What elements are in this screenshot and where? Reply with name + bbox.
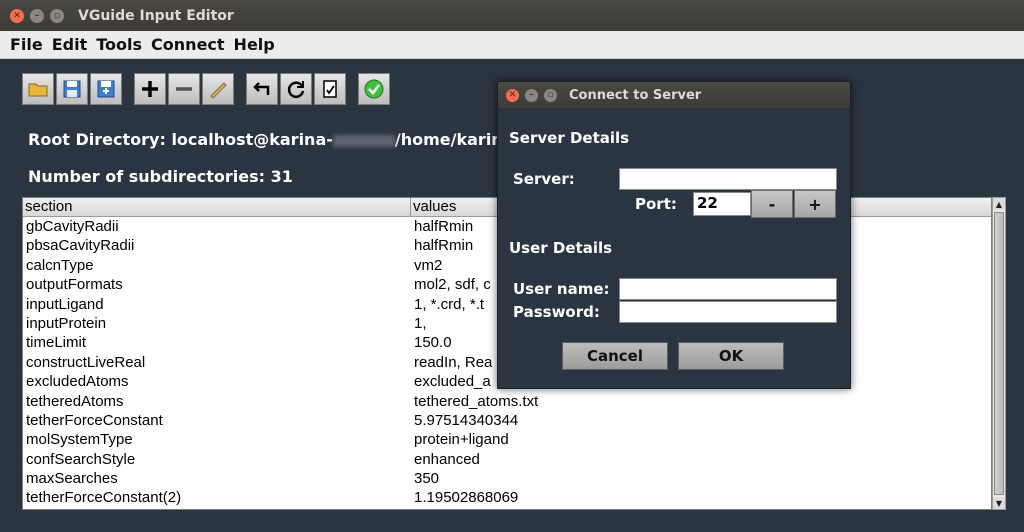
root-directory-path: /home/karina — [394, 130, 514, 149]
section-cell[interactable]: tetheredAtoms — [23, 392, 411, 411]
table-row[interactable]: molSystemType protein+ligand — [23, 430, 991, 449]
check-circle-icon — [364, 79, 384, 99]
maximize-icon[interactable]: ▫ — [50, 8, 64, 23]
section-cell[interactable]: inputProtein — [23, 314, 411, 333]
section-cell[interactable]: inputLigand — [23, 295, 411, 314]
table-row[interactable]: tetherForceConstant(2) 1.19502868069 — [23, 488, 991, 507]
section-cell[interactable]: molSystemType — [23, 430, 411, 449]
root-directory-prefix: Root Directory: localhost@karina- — [28, 130, 333, 149]
section-cell[interactable]: outputFormats — [23, 275, 411, 294]
open-folder-button[interactable] — [22, 73, 54, 105]
window-titlebar: ✕ – ▫ VGuide Input Editor — [0, 0, 1024, 31]
value-cell[interactable]: vm2 — [411, 256, 442, 275]
remove-button[interactable] — [168, 73, 200, 105]
menu-help[interactable]: Help — [234, 35, 275, 54]
value-cell[interactable]: 1, — [411, 314, 427, 333]
value-cell[interactable]: excluded_a — [411, 372, 491, 391]
value-cell[interactable]: enhanced — [411, 450, 480, 469]
value-cell[interactable]: 150.0 — [411, 333, 452, 352]
dialog-title: Connect to Server — [569, 87, 702, 103]
section-cell[interactable]: maxSearches — [23, 469, 411, 488]
section-cell[interactable]: excludedAtoms — [23, 372, 411, 391]
value-cell[interactable]: 350 — [411, 469, 439, 488]
minimize-icon[interactable]: – — [30, 8, 44, 23]
port-label: Port: — [635, 195, 677, 213]
toolbar — [22, 73, 402, 105]
value-cell[interactable]: 5.97514340344 — [411, 411, 518, 430]
table-scrollbar[interactable]: ▲ ▼ — [992, 197, 1006, 510]
clipboard-button[interactable] — [314, 73, 346, 105]
close-icon[interactable]: ✕ — [10, 8, 24, 23]
section-cell[interactable]: gbCavityRadii — [23, 217, 411, 236]
undo-button[interactable] — [246, 73, 278, 105]
table-row[interactable]: tetheredAtoms tethered_atoms.txt — [23, 392, 991, 411]
save-as-icon — [97, 80, 115, 98]
value-cell[interactable]: readIn, Rea — [411, 353, 492, 372]
folder-icon — [28, 83, 48, 97]
server-details-heading: Server Details — [509, 129, 630, 147]
port-input[interactable]: 22 — [693, 192, 751, 216]
dialog-close-icon[interactable]: ✕ — [506, 88, 519, 102]
save-as-button[interactable] — [90, 73, 122, 105]
root-directory-label: Root Directory: localhost@karina- /home/k… — [28, 130, 513, 149]
value-cell[interactable]: mol2, sdf, c — [411, 275, 491, 294]
value-cell[interactable]: tethered_atoms.txt — [411, 392, 538, 411]
table-row[interactable]: tetherForceConstant 5.97514340344 — [23, 411, 991, 430]
menu-file[interactable]: File — [10, 35, 43, 54]
edit-button[interactable] — [202, 73, 234, 105]
table-row[interactable]: maxSearches 350 — [23, 469, 991, 488]
port-decrement-button[interactable]: - — [751, 190, 793, 218]
subdirectory-count: Number of subdirectories: 31 — [28, 167, 293, 186]
username-input[interactable] — [619, 278, 837, 300]
section-cell[interactable]: timeLimit — [23, 333, 411, 352]
password-label: Password: — [513, 303, 600, 321]
redacted-host — [332, 134, 395, 147]
refresh-button[interactable] — [280, 73, 312, 105]
menu-connect[interactable]: Connect — [151, 35, 225, 54]
value-cell[interactable]: halfRmin — [411, 236, 473, 255]
column-header-values[interactable]: values — [411, 198, 456, 216]
column-header-section[interactable]: section — [23, 198, 411, 216]
section-cell[interactable]: confSearchStyle — [23, 450, 411, 469]
ok-button[interactable]: OK — [678, 342, 784, 370]
dialog-maximize-icon[interactable]: ▫ — [544, 88, 557, 102]
cancel-button[interactable]: Cancel — [562, 342, 668, 370]
dialog-titlebar: ✕ – ▫ Connect to Server — [498, 82, 850, 108]
scroll-up-icon[interactable]: ▲ — [993, 198, 1005, 210]
scroll-down-icon[interactable]: ▼ — [993, 497, 1005, 509]
clipboard-icon — [323, 80, 337, 98]
user-details-heading: User Details — [509, 239, 613, 257]
value-cell[interactable]: protein+ligand — [411, 430, 509, 449]
value-cell[interactable]: 1, *.crd, *.t — [411, 295, 484, 314]
section-cell[interactable]: constructLiveReal — [23, 353, 411, 372]
section-cell[interactable]: tetherForceConstant(2) — [23, 488, 411, 507]
minus-icon — [176, 87, 192, 91]
table-row[interactable]: confSearchStyle enhanced — [23, 450, 991, 469]
username-label: User name: — [513, 280, 610, 298]
section-cell[interactable]: calcnType — [23, 256, 411, 275]
undo-icon — [253, 82, 270, 95]
value-cell[interactable]: halfRmin — [411, 217, 473, 236]
refresh-icon — [287, 81, 305, 98]
floppy-icon — [63, 80, 81, 98]
validate-button[interactable] — [358, 73, 390, 105]
dialog-minimize-icon[interactable]: – — [525, 88, 538, 102]
scrollbar-thumb[interactable] — [994, 212, 1004, 495]
server-input[interactable] — [619, 168, 837, 190]
section-cell[interactable]: pbsaCavityRadii — [23, 236, 411, 255]
menu-bar: File Edit Tools Connect Help — [0, 31, 1024, 59]
plus-icon — [142, 81, 158, 97]
save-button[interactable] — [56, 73, 88, 105]
server-label: Server: — [513, 170, 575, 188]
password-input[interactable] — [619, 301, 837, 323]
pencil-icon — [210, 82, 227, 99]
menu-tools[interactable]: Tools — [96, 35, 142, 54]
port-increment-button[interactable]: + — [794, 190, 836, 218]
value-cell[interactable]: 1.19502868069 — [411, 488, 518, 507]
window-title: VGuide Input Editor — [78, 7, 234, 24]
section-cell[interactable]: tetherForceConstant — [23, 411, 411, 430]
menu-edit[interactable]: Edit — [52, 35, 88, 54]
connect-dialog: ✕ – ▫ Connect to Server Server Details S… — [497, 81, 851, 389]
add-button[interactable] — [134, 73, 166, 105]
